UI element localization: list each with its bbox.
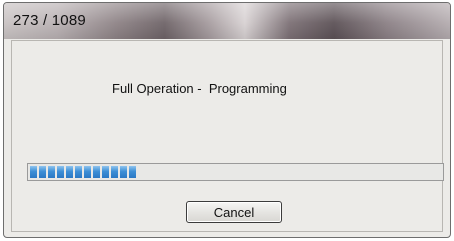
progress-segment — [75, 166, 82, 178]
progress-dialog: 273 / 1089 Full Operation - Programming … — [3, 2, 451, 238]
progress-segment — [120, 166, 127, 178]
progress-segment — [48, 166, 55, 178]
window-title: 273 / 1089 — [13, 12, 86, 29]
progress-segment — [111, 166, 118, 178]
cancel-button[interactable]: Cancel — [186, 201, 282, 223]
progress-fill — [30, 166, 136, 178]
title-bar[interactable]: 273 / 1089 — [4, 3, 450, 39]
progress-segment — [66, 166, 73, 178]
progress-segment — [57, 166, 64, 178]
dialog-body: Full Operation - Programming Cancel — [11, 40, 444, 232]
progress-segment — [129, 166, 136, 178]
progress-bar — [27, 163, 444, 181]
progress-segment — [93, 166, 100, 178]
status-message: Full Operation - Programming — [112, 81, 287, 96]
progress-segment — [102, 166, 109, 178]
progress-segment — [84, 166, 91, 178]
progress-segment — [39, 166, 46, 178]
progress-segment — [30, 166, 37, 178]
